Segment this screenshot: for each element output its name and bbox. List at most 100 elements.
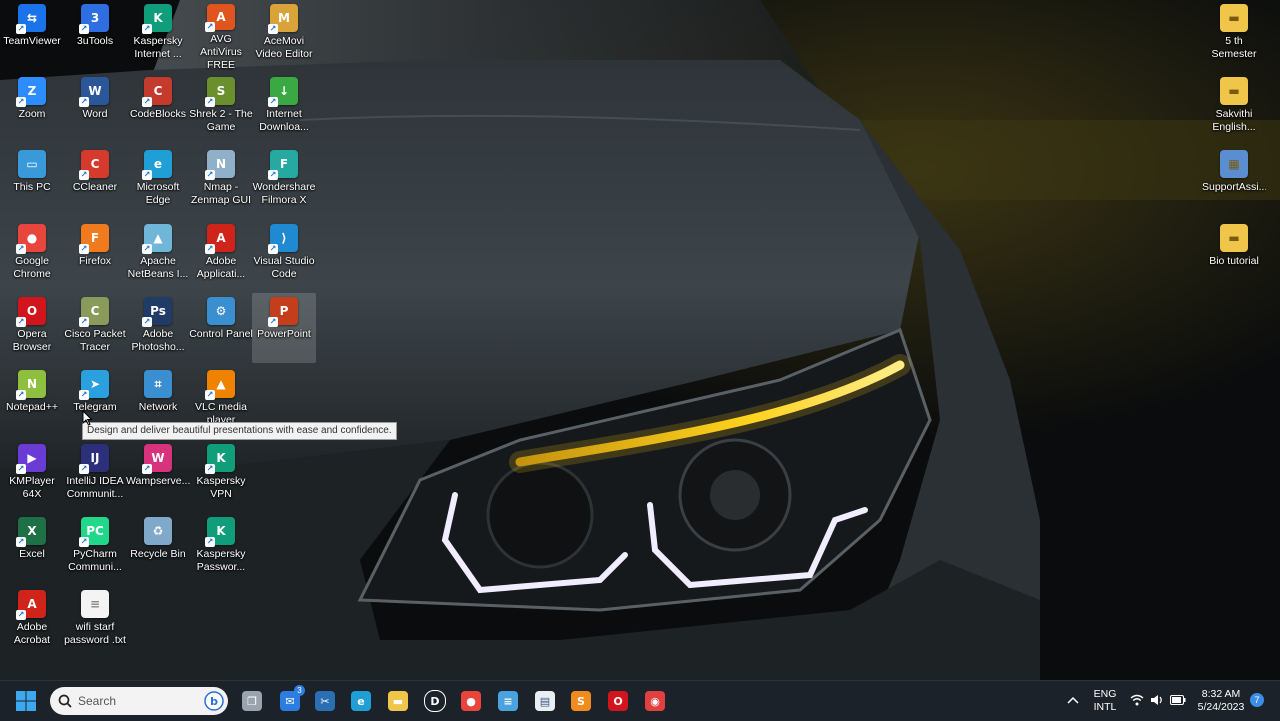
desktop-icon-sakvithi-english[interactable]: ▬ Sakvithi English... [1202,73,1266,143]
shortcut-arrow-icon: ↗ [79,170,89,180]
desktop-icon-adobe-applicati[interactable]: A ↗ Adobe Applicati... [189,220,253,290]
wifi-icon[interactable] [1130,694,1144,706]
desktop-icon-supportassi[interactable]: ▦ SupportAssi... [1202,146,1266,216]
desktop-icon-kmplayer-64x[interactable]: ▶ ↗ KMPlayer 64X [0,440,64,510]
pycharm-communi-icon: PC ↗ [79,517,109,547]
desktop-icon-kaspersky-internet[interactable]: K ↗ Kaspersky Internet ... [126,0,190,70]
desktop-icon-control-panel[interactable]: ⚙ Control Panel [189,293,253,363]
opera-taskbar-button[interactable]: O [604,687,632,715]
dell-taskbar-button[interactable]: D [421,687,449,715]
chrome-taskbar-button[interactable]: ● [457,687,485,715]
desktop-icon-pycharm-communi[interactable]: PC ↗ PyCharm Communi... [63,513,127,583]
folder-icon: ▬ [1220,77,1248,105]
chevron-up-icon[interactable] [1067,695,1079,705]
desktop-icon-teamviewer[interactable]: ⇆ ↗ TeamViewer [0,0,64,70]
avg-antivirus-free-icon: A ↗ [205,4,235,33]
desktop-icon-label: wifi starf password .txt [64,621,126,646]
desktop-icon-zoom[interactable]: Z ↗ Zoom [0,73,64,143]
desktop-icon-codeblocks[interactable]: C ↗ CodeBlocks [126,73,190,143]
desktop-icon-shrek-2-the-game[interactable]: S ↗ Shrek 2 - The Game [189,73,253,143]
desktop-icon-word[interactable]: W ↗ Word [63,73,127,143]
internet-downloa-icon: ↓ ↗ [268,77,298,107]
shortcut-arrow-icon: ↗ [79,537,89,547]
shortcut-arrow-icon: ↗ [79,464,89,474]
desktop-icon-label: Kaspersky Passwor... [196,548,246,573]
supportassi-icon: ▦ [1220,150,1248,178]
adobe-acrobat-icon: A ↗ [16,590,46,620]
ccleaner-icon: C ↗ [79,150,109,180]
desktop-icon-bio-tutorial[interactable]: ▬ Bio tutorial [1202,220,1266,290]
desktop-icon-kaspersky-passwor[interactable]: K ↗ Kaspersky Passwor... [189,513,253,583]
desktop-icon-ccleaner[interactable]: C ↗ CCleaner [63,146,127,216]
kaspersky-vpn-icon: K ↗ [205,444,235,474]
volume-icon[interactable] [1150,694,1164,706]
bing-icon[interactable]: b [204,691,224,711]
shortcut-arrow-icon: ↗ [142,464,152,474]
sublime-taskbar-button[interactable]: S [567,687,595,715]
battery-icon[interactable] [1170,695,1186,705]
desktop-icon-adobe-acrobat[interactable]: A ↗ Adobe Acrobat [0,586,64,656]
desktop-icon-label: TeamViewer [3,35,61,47]
file-explorer-taskbar-button[interactable]: ▬ [384,687,412,715]
desktop-icon-excel[interactable]: X ↗ Excel [0,513,64,583]
notification-badge[interactable]: 7 [1250,693,1264,707]
shortcut-arrow-icon: ↗ [142,24,152,34]
desktop-icon-intellij-idea-communit[interactable]: IJ ↗ IntelliJ IDEA Communit... [63,440,127,510]
shortcut-arrow-icon: ↗ [79,390,89,400]
desktop-icon-3utools[interactable]: 3 ↗ 3uTools [63,0,127,70]
record-taskbar-button[interactable]: ◉ [641,687,669,715]
desktop-icon-opera-browser[interactable]: O ↗ Opera Browser [0,293,64,363]
start-button[interactable] [12,687,40,715]
desktop-icon-apache-netbeans-i[interactable]: ▲ ↗ Apache NetBeans I... [126,220,190,290]
shortcut-arrow-icon: ↗ [268,170,278,180]
desktop-icon-firefox[interactable]: F ↗ Firefox [63,220,127,290]
desktop-icon-notepad[interactable]: N ↗ Notepad++ [0,366,64,436]
desktop-icon-label: Google Chrome [13,255,51,280]
desktop-icon-label: CCleaner [72,181,118,193]
desktop-icon-google-chrome[interactable]: ● ↗ Google Chrome [0,220,64,290]
search-icon [58,694,72,708]
mail-badge: 3 [294,685,305,696]
desktop-icon-label: Bio tutorial [1209,255,1259,267]
desktop-icon-nmap-zenmap-gui[interactable]: N ↗ Nmap - Zenmap GUI [189,146,253,216]
desktop-icon-wondershare-filmora-x[interactable]: F ↗ Wondershare Filmora X [252,146,316,216]
search-placeholder: Search [78,694,117,708]
desktop-icon-label: CodeBlocks [129,108,187,120]
shortcut-arrow-icon: ↗ [16,24,26,34]
desktop-icon-label: 5 th Semester [1211,35,1257,60]
desktop-icon-acemovi-video-editor[interactable]: M ↗ AceMovi Video Editor [252,0,316,70]
desktop-icon-adobe-photosho[interactable]: Ps ↗ Adobe Photosho... [126,293,190,363]
desktop-icon-label: KMPlayer 64X [9,475,55,500]
desktop-icon-kaspersky-vpn[interactable]: K ↗ Kaspersky VPN [189,440,253,510]
taskbar-search[interactable]: Search b [50,687,228,715]
desktop-icon-avg-antivirus-free[interactable]: A ↗ AVG AntiVirus FREE [189,0,253,70]
desktop-icon-internet-downloa[interactable]: ↓ ↗ Internet Downloa... [252,73,316,143]
snipping-tool-icon: ✂ [315,691,335,711]
desktop-icon-5-th-semester[interactable]: ▬ 5 th Semester [1202,0,1266,70]
desktop-icon-visual-studio-code[interactable]: ⟩ ↗ Visual Studio Code [252,220,316,290]
notepad-icon: N ↗ [16,370,46,400]
desktop-icon-microsoft-edge[interactable]: e ↗ Microsoft Edge [126,146,190,216]
edge-taskbar-button[interactable]: e [347,687,375,715]
desktop-icon-label: Kaspersky Internet ... [133,35,183,60]
clock[interactable]: 8:32 AM 5/24/2023 [1194,688,1248,714]
desktop-icon-label: Notepad++ [6,401,58,413]
document-taskbar-button[interactable]: ▤ [531,687,559,715]
shortcut-arrow-icon: ↗ [142,170,152,180]
desktop-icon-label: Shrek 2 - The Game [189,108,253,133]
desktop-icon-powerpoint[interactable]: P ↗ PowerPoint [252,293,316,363]
snipping-tool-taskbar-button[interactable]: ✂ [311,687,339,715]
desktop-icon-label: Nmap - Zenmap GUI [190,181,252,206]
visual-studio-code-icon: ⟩ ↗ [268,224,298,254]
task-view-taskbar-button[interactable]: ❐ [238,687,266,715]
desktop-icon-this-pc[interactable]: ▭ This PC [0,146,64,216]
desktop-icon-wifi-starf-password-txt[interactable]: ≡ wifi starf password .txt [63,586,127,656]
desktop-icon-recycle-bin[interactable]: ♻ Recycle Bin [126,513,190,583]
desktop-icon-wampserve[interactable]: W ↗ Wampserve... [126,440,190,510]
notepad-taskbar-button[interactable]: ≡ [494,687,522,715]
desktop-icon-cisco-packet-tracer[interactable]: C ↗ Cisco Packet Tracer [63,293,127,363]
network-icon: ⌗ [144,370,172,398]
vlc-media-player-icon: ▲ ↗ [205,370,235,400]
mail-taskbar-button[interactable]: ✉ 3 [276,685,305,715]
language-indicator[interactable]: ENG INTL [1090,688,1120,714]
